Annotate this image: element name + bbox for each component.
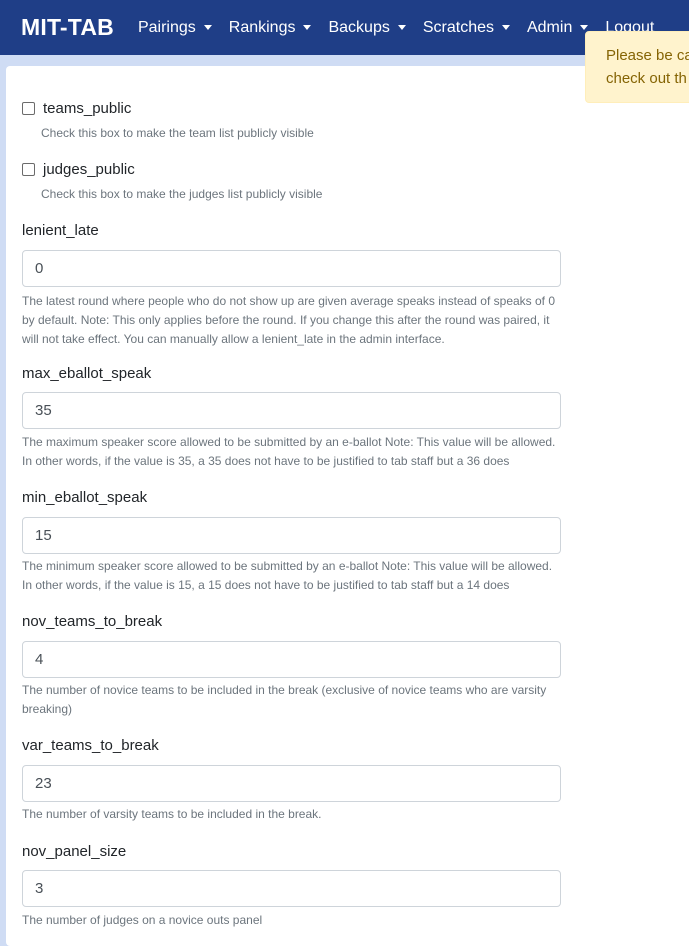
judges-public-label[interactable]: judges_public — [43, 161, 135, 178]
warning-alert: Please be ca check out th — [585, 31, 689, 103]
judges-public-help: Check this box to make the judges list p… — [41, 187, 323, 201]
nav-pairings-label: Pairings — [137, 18, 196, 36]
max-eballot-speak-label: max_eballot_speak — [22, 365, 152, 382]
nov-teams-to-break-help: The number of novice teams to be include… — [22, 683, 547, 716]
nav-admin[interactable]: Admin — [526, 18, 589, 37]
min-eballot-speak-label: min_eballot_speak — [22, 489, 148, 506]
alert-line-1: Please be ca — [606, 47, 689, 64]
chevron-down-icon — [397, 25, 406, 30]
var-teams-to-break-input[interactable]: 23 — [22, 765, 561, 802]
lenient-late-help: The latest round where people who do not… — [22, 294, 556, 346]
settings-card: teams_public Check this box to make the … — [6, 66, 689, 946]
brand-logo[interactable]: MIT-TAB — [21, 14, 114, 41]
nov-panel-size-help: The number of judges on a novice outs pa… — [22, 913, 263, 927]
nav-backups[interactable]: Backups — [328, 18, 406, 37]
lenient-late-input[interactable]: 0 — [22, 250, 561, 287]
nav-rankings-label: Rankings — [228, 18, 296, 36]
var-teams-to-break-help: The number of varsity teams to be includ… — [22, 807, 322, 821]
chevron-down-icon — [203, 25, 212, 30]
judges-public-row: judges_public — [22, 161, 135, 178]
nav-pairings[interactable]: Pairings — [138, 19, 212, 37]
nov-panel-size-input[interactable]: 3 — [22, 870, 561, 907]
max-eballot-speak-input[interactable]: 35 — [22, 392, 561, 429]
nav-rankings[interactable]: Rankings — [229, 19, 312, 37]
var-teams-to-break-label: var_teams_to_break — [22, 737, 159, 754]
teams-public-checkbox[interactable] — [22, 102, 35, 115]
nav-scratches-label: Scratches — [422, 18, 494, 36]
nav-scratches[interactable]: Scratches — [423, 19, 510, 37]
min-eballot-speak-input[interactable]: 15 — [22, 517, 561, 554]
min-eballot-speak-help: The minimum speaker score allowed to be … — [22, 559, 553, 592]
nov-panel-size-label: nov_panel_size — [22, 843, 127, 860]
max-eballot-speak-help: The maximum speaker score allowed to be … — [22, 435, 556, 468]
chevron-down-icon — [303, 25, 312, 30]
nov-teams-to-break-input[interactable]: 4 — [22, 641, 561, 678]
alert-line-2: check out th — [606, 70, 687, 87]
nav-backups-label: Backups — [328, 18, 390, 36]
lenient-late-label: lenient_late — [22, 222, 99, 239]
nov-teams-to-break-label: nov_teams_to_break — [22, 613, 163, 630]
teams-public-row: teams_public — [22, 100, 131, 117]
chevron-down-icon — [580, 25, 589, 30]
teams-public-help: Check this box to make the team list pub… — [41, 126, 314, 140]
teams-public-label[interactable]: teams_public — [43, 100, 131, 117]
judges-public-checkbox[interactable] — [22, 163, 35, 176]
chevron-down-icon — [501, 25, 510, 30]
nav-admin-label: Admin — [526, 18, 573, 36]
